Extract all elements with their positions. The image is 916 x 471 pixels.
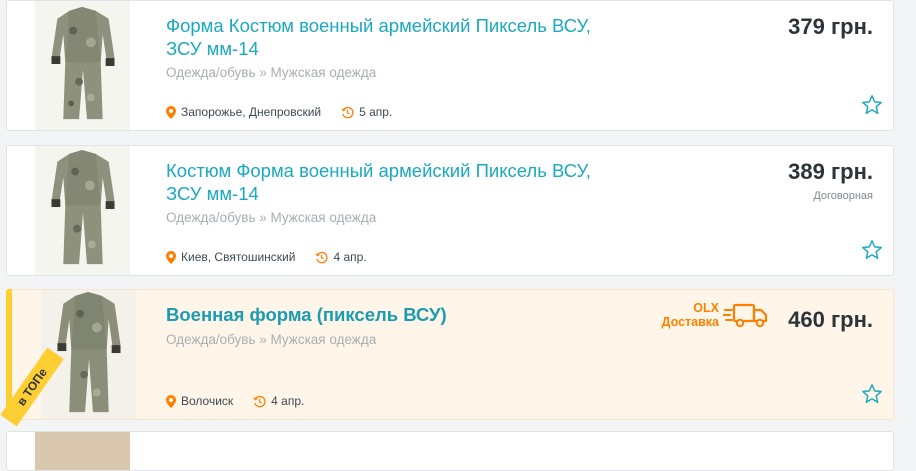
listing-photo[interactable] bbox=[35, 432, 130, 470]
listing-date: 4 апр. bbox=[271, 394, 305, 408]
listing-meta: Киев, Святошинский 4 апр. bbox=[166, 250, 367, 264]
star-outline-icon[interactable] bbox=[861, 239, 883, 261]
listing-card[interactable] bbox=[6, 431, 894, 471]
delivery-label: OLX Доставка bbox=[662, 301, 719, 329]
olx-delivery-badge: OLX Доставка bbox=[662, 301, 769, 329]
listing-category: Одежда/обувь » Мужская одежда bbox=[166, 332, 377, 347]
listing-location: Волочиск bbox=[181, 394, 234, 408]
delivery-label-line1: OLX bbox=[693, 301, 719, 315]
uniform-photo-icon bbox=[35, 146, 130, 275]
clock-icon bbox=[315, 251, 328, 263]
listing-card[interactable]: Костюм Форма военный армейский Пиксель В… bbox=[6, 145, 894, 276]
listing-location: Запорожье, Днепровский bbox=[181, 105, 322, 119]
uniform-photo-icon bbox=[35, 1, 130, 130]
listing-title[interactable]: Форма Костюм военный армейский Пиксель В… bbox=[166, 14, 606, 60]
star-outline-icon[interactable] bbox=[861, 383, 883, 405]
listing-price: 389 грн. bbox=[788, 159, 873, 184]
map-pin-icon bbox=[166, 394, 176, 408]
delivery-label-line2: Доставка bbox=[661, 315, 719, 329]
listing-card[interactable]: Форма Костюм военный армейский Пиксель В… bbox=[6, 0, 894, 131]
listing-card-promoted[interactable]: в ТОПе Военная форма (пиксель ВСУ) Одежд… bbox=[0, 289, 894, 427]
map-pin-icon bbox=[166, 250, 176, 264]
listing-location: Киев, Святошинский bbox=[181, 250, 296, 264]
delivery-truck-icon bbox=[723, 303, 768, 328]
listing-photo[interactable] bbox=[35, 146, 130, 275]
listing-date: 4 апр. bbox=[333, 250, 367, 264]
listing-date: 5 апр. bbox=[359, 105, 393, 119]
map-pin-icon bbox=[166, 105, 176, 119]
listing-category: Одежда/обувь » Мужская одежда bbox=[166, 65, 377, 80]
listing-price: 379 грн. bbox=[788, 14, 873, 39]
clock-icon bbox=[341, 106, 354, 118]
listing-meta: Запорожье, Днепровский 5 апр. bbox=[166, 105, 392, 119]
listing-category: Одежда/обувь » Мужская одежда bbox=[166, 210, 377, 225]
star-outline-icon[interactable] bbox=[861, 94, 883, 116]
listing-photo[interactable] bbox=[35, 1, 130, 130]
listing-price: 460 грн. bbox=[788, 307, 873, 332]
clock-icon bbox=[253, 395, 266, 407]
listing-title[interactable]: Военная форма (пиксель ВСУ) bbox=[166, 303, 606, 326]
listing-title[interactable]: Костюм Форма военный армейский Пиксель В… bbox=[166, 159, 606, 205]
listing-meta: Волочиск 4 апр. bbox=[166, 394, 304, 408]
negotiable-label: Договорная bbox=[813, 190, 873, 202]
